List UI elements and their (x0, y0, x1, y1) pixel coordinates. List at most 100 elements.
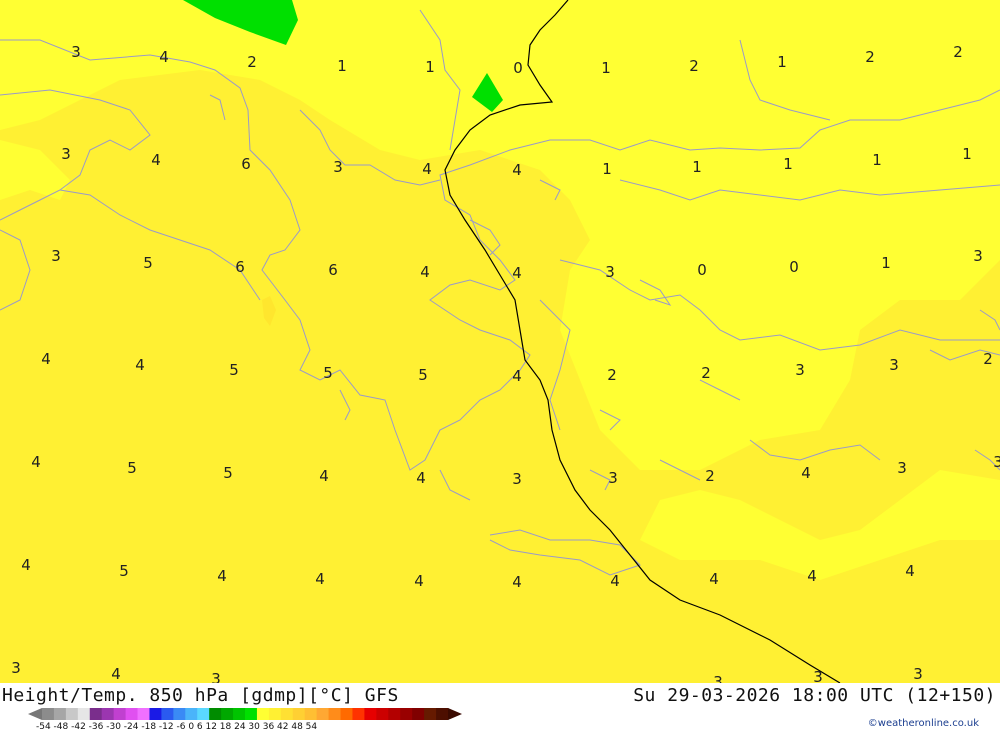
value-label: 5 (323, 364, 333, 382)
scale-swatch (77, 708, 91, 720)
scale-swatch (197, 708, 210, 720)
scale-arrow-right (448, 708, 462, 720)
value-label: 4 (512, 367, 522, 385)
value-label: 4 (512, 264, 522, 282)
scale-swatch (292, 708, 306, 720)
value-label: 2 (701, 364, 711, 382)
color-scale (28, 708, 462, 720)
scale-swatch (101, 708, 115, 720)
value-label: 2 (953, 43, 963, 61)
value-label: 2 (247, 53, 257, 71)
scale-swatch (89, 708, 103, 720)
value-label: 5 (119, 562, 129, 580)
scale-swatch (149, 708, 162, 720)
value-label: 4 (414, 572, 424, 590)
value-label: 4 (420, 263, 430, 281)
value-label: 1 (872, 151, 882, 169)
scale-swatch (316, 708, 330, 720)
scale-swatch (185, 708, 198, 720)
scale-swatch (400, 708, 413, 720)
value-label: 3 (813, 668, 823, 683)
value-label: 5 (418, 366, 428, 384)
scale-arrow-left (28, 708, 42, 720)
value-label: 4 (807, 567, 817, 585)
scale-swatch (137, 708, 150, 720)
value-label: 1 (425, 58, 435, 76)
value-label: 6 (241, 155, 251, 173)
value-label: 1 (602, 160, 612, 178)
scale-swatch (280, 708, 294, 720)
value-label: 4 (319, 467, 329, 485)
value-label: 3 (51, 247, 61, 265)
value-label: 1 (962, 145, 972, 163)
value-label: 4 (217, 567, 227, 585)
scale-swatch (340, 708, 353, 720)
value-label: 3 (61, 145, 71, 163)
value-label: 4 (159, 48, 169, 66)
value-label: 4 (512, 573, 522, 591)
value-label: 2 (705, 467, 715, 485)
value-label: 1 (601, 59, 611, 77)
value-label: 3 (71, 43, 81, 61)
scale-swatch (268, 708, 282, 720)
map-title: Height/Temp. 850 hPa [gdmp][°C] GFS (2, 685, 399, 706)
value-label: 2 (689, 57, 699, 75)
forecast-datetime: Su 29-03-2026 18:00 UTC (12+150) (633, 685, 996, 706)
value-label: 1 (777, 53, 787, 71)
value-label: 0 (697, 261, 707, 279)
value-label: 4 (801, 464, 811, 482)
value-label: 4 (21, 556, 31, 574)
value-label: 4 (422, 160, 432, 178)
value-label: 6 (328, 261, 338, 279)
scale-swatch (424, 708, 437, 720)
value-label: 4 (709, 570, 719, 588)
scale-swatch (42, 708, 55, 720)
scale-swatch (364, 708, 377, 720)
value-label: 0 (789, 258, 799, 276)
value-label: 0 (513, 59, 523, 77)
scale-swatch (388, 708, 401, 720)
scale-swatch (209, 708, 222, 720)
weather-map: 3 4 2 1 1 0 1 2 1 2 2 3 4 6 3 4 4 1 1 1 … (0, 0, 1000, 683)
scale-swatch (328, 708, 342, 720)
scale-swatch (256, 708, 270, 720)
value-label: 3 (333, 158, 343, 176)
value-label: 1 (783, 155, 793, 173)
value-label: 3 (889, 356, 899, 374)
value-label: 5 (223, 464, 233, 482)
value-label: 4 (512, 161, 522, 179)
value-label: 3 (608, 469, 618, 487)
value-label: 1 (692, 158, 702, 176)
value-label: 3 (713, 673, 723, 683)
value-label: 2 (865, 48, 875, 66)
scale-swatch (245, 708, 258, 720)
scale-swatch (161, 708, 174, 720)
scale-swatch (412, 708, 425, 720)
value-label: 4 (111, 665, 121, 683)
value-label: 3 (11, 659, 21, 677)
scale-swatch (113, 708, 127, 720)
scale-swatch (65, 708, 79, 720)
credit-link[interactable]: ©weatheronline.co.uk (868, 718, 979, 729)
value-label: 4 (41, 350, 51, 368)
value-label: 3 (993, 453, 1000, 471)
value-label: 4 (905, 562, 915, 580)
value-label: 5 (127, 459, 137, 477)
value-label: 3 (913, 665, 923, 683)
value-label: 4 (315, 570, 325, 588)
value-label: 4 (31, 453, 41, 471)
value-label: 3 (973, 247, 983, 265)
scale-swatch (173, 708, 186, 720)
scale-swatch (53, 708, 67, 720)
value-label: 5 (143, 254, 153, 272)
color-scale-labels: -54 -48 -42 -36 -30 -24 -18 -12 -6 0 6 1… (36, 722, 318, 732)
value-label: 4 (416, 469, 426, 487)
value-label: 1 (337, 57, 347, 75)
value-label: 4 (610, 572, 620, 590)
value-label: 4 (151, 151, 161, 169)
value-label: 3 (512, 470, 522, 488)
value-label: 1 (881, 254, 891, 272)
scale-swatch (221, 708, 234, 720)
scale-swatch (376, 708, 389, 720)
scale-swatch (352, 708, 365, 720)
